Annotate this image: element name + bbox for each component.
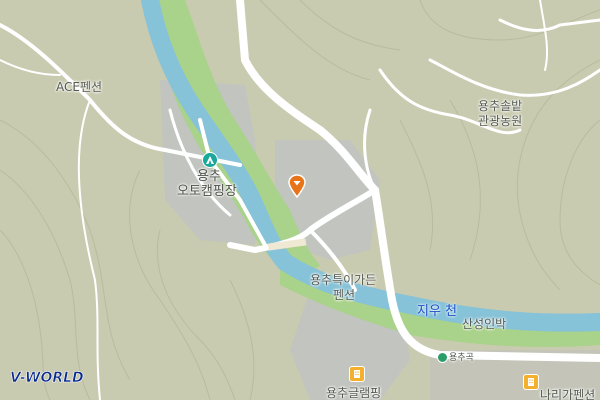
label-ace-pension[interactable]: ACE펜션: [56, 80, 102, 94]
label-nari-pension[interactable]: 나리가펜션: [540, 388, 595, 400]
vworld-logo: V-WORLD: [10, 370, 84, 386]
label-tukyi-line2[interactable]: 펜션: [333, 288, 355, 302]
map-view[interactable]: ACE펜션 용추솔밭 관광농원 용추 오토캠핑장 용추특이가든 펜션 지우 천 …: [0, 0, 600, 400]
label-jiu-stream: 지우 천: [417, 304, 458, 319]
building-icon: [354, 370, 360, 378]
map-base-layer: [0, 0, 600, 400]
label-camp-line1[interactable]: 용추: [197, 170, 221, 184]
label-songbat-line2[interactable]: 관광농원: [478, 114, 522, 128]
tent-icon: [206, 156, 214, 164]
place-dot-icon[interactable]: [437, 352, 448, 363]
label-glamping[interactable]: 용추글램핑: [326, 386, 381, 400]
svg-text:V-WORLD: V-WORLD: [10, 370, 84, 386]
location-pin-icon[interactable]: [288, 174, 306, 198]
building-icon: [528, 378, 534, 386]
campground-icon[interactable]: [202, 152, 218, 168]
label-songbat-line1[interactable]: 용추솔밭: [478, 99, 522, 113]
label-camp-line2[interactable]: 오토캠핑장: [177, 185, 237, 199]
lodging-icon[interactable]: [523, 374, 539, 390]
label-sanseong[interactable]: 산성인박: [462, 317, 506, 331]
label-small-bottom[interactable]: 용추곡: [449, 353, 474, 363]
lodging-icon[interactable]: [349, 366, 365, 382]
label-tukyi-line1[interactable]: 용추특이가든: [310, 273, 376, 287]
